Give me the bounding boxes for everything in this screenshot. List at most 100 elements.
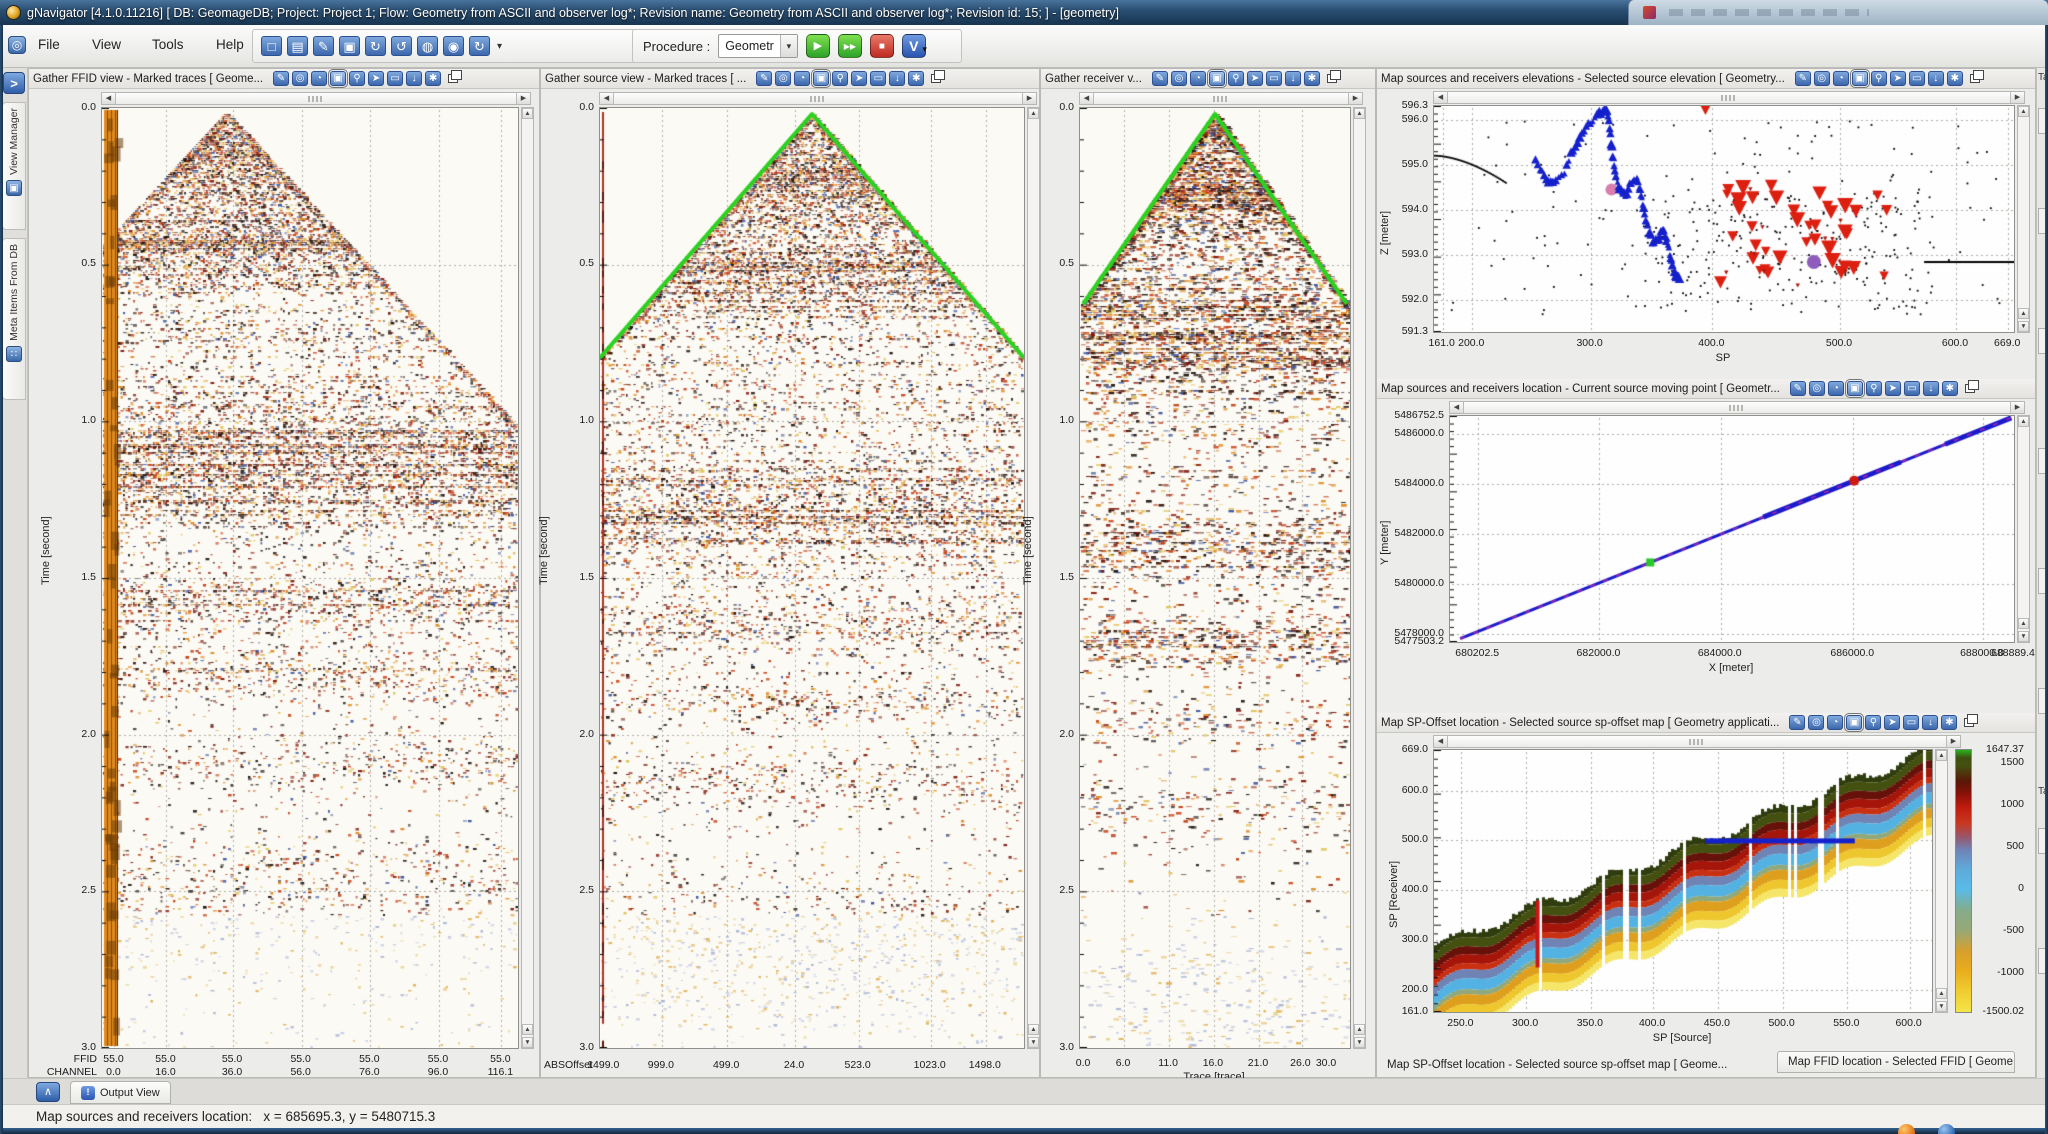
compass-icon[interactable]: ◎ [1814,71,1830,86]
v-scrollbar[interactable]: ▲ ▲ ▼ [2017,415,2030,643]
pointer-tool-icon[interactable]: ➤ [1885,381,1901,396]
open-form-icon[interactable]: ▤ [287,36,308,56]
tab-map-spoffset[interactable]: Map SP-Offset location - Selected source… [1387,1059,1767,1071]
export-down-icon[interactable]: ↓ [406,71,422,86]
settings-burst-icon[interactable]: ✱ [425,71,441,86]
scroll-up-icon[interactable]: ▲ [522,1024,533,1035]
output-view-tab[interactable]: ! Output View [70,1081,171,1104]
scroll-left-icon[interactable]: ◀ [1434,92,1448,103]
procedure-caret-icon[interactable]: ▾ [780,35,797,57]
marker-mode-icon[interactable]: ▣ [1209,71,1225,86]
v-scrollbar[interactable]: ▲ ▲ ▼ [2017,105,2030,333]
scroll-left-icon[interactable]: ◀ [1434,736,1448,747]
scroll-right-icon[interactable]: ▶ [1946,736,1960,747]
gather-source-header[interactable]: Gather source view - Marked traces [ ...… [541,69,1039,89]
compass-icon[interactable]: ◎ [292,71,308,86]
scroll-down-icon[interactable]: ▼ [522,1037,533,1048]
scroll-right-icon[interactable]: ▶ [1022,93,1036,104]
map-spoffset-plot[interactable] [1434,750,1932,1012]
zoom-tool-icon[interactable]: ⚲ [1866,381,1882,396]
v-scrollbar[interactable]: ▲ ▲ ▼ [521,107,534,1049]
scroll-up-icon[interactable]: ▲ [1936,988,1947,999]
window-layout-icon[interactable]: ▣ [339,36,360,56]
sidebar-tab-meta-items[interactable]: Meta Items From DB ∷ [2,238,26,400]
scroll-track[interactable] [1448,736,1946,747]
compass-icon[interactable]: ◎ [1171,71,1187,86]
compass-icon[interactable]: ◎ [775,71,791,86]
pointer-tool-icon[interactable]: ➤ [1247,71,1263,86]
compass-icon[interactable]: ◎ [1809,381,1825,396]
zoom-tool-icon[interactable]: ⚲ [832,71,848,86]
export-down-icon[interactable]: ↓ [889,71,905,86]
compass-icon[interactable]: ◎ [1808,715,1824,730]
target-icon[interactable]: ◉ [443,36,464,56]
float-window-icon[interactable] [1327,74,1337,83]
float-window-icon[interactable] [931,74,941,83]
v-scrollbar[interactable]: ▲ ▲ ▼ [1935,749,1948,1013]
rectangle-select-icon[interactable]: ▭ [1904,381,1920,396]
scroll-up-icon[interactable]: ▲ [1028,108,1039,119]
h-scrollbar[interactable]: ◀ ▶ [1433,91,2025,104]
pointer-tool-icon[interactable]: ➤ [1890,71,1906,86]
scroll-up-icon[interactable]: ▲ [1354,1024,1365,1035]
v-scrollbar[interactable]: ▲ ▲ ▼ [1353,107,1366,1049]
map-location-plot[interactable] [1450,416,2014,642]
map-elevation-plot[interactable] [1434,106,2014,332]
forward-circle-icon[interactable]: ↻ [365,36,386,56]
h-scrollbar[interactable]: ◀ ▶ [1079,92,1363,105]
velocity-tool-button[interactable]: V ▾ [902,34,926,58]
scroll-up-icon[interactable]: ▲ [522,108,533,119]
scroll-up-icon[interactable]: ▲ [1028,1024,1039,1035]
globe-icon[interactable]: ◍ [417,36,438,56]
fill-mode-icon[interactable]: ◔ [1827,715,1843,730]
tab-map-ffid[interactable]: Map FFID location - Selected FFID [ Geom… [1777,1051,2015,1073]
sidebar-tab-view-manager[interactable]: View Manager ▣ [2,102,26,230]
rectangle-select-icon[interactable]: ▭ [870,71,886,86]
back-circle-icon[interactable]: ↺ [391,36,412,56]
gather-source-plot[interactable] [600,108,1024,1048]
settings-burst-icon[interactable]: ✱ [1304,71,1320,86]
gather-ffid-plot[interactable] [102,108,518,1048]
new-file-icon[interactable]: □ [261,36,282,56]
toolbar-dropdown-caret[interactable]: ▾ [497,41,502,52]
gather-ffid-header[interactable]: Gather FFID view - Marked traces [ Geome… [29,69,539,89]
float-window-icon[interactable] [1970,74,1980,83]
expand-dock-button[interactable]: > [3,72,25,94]
scroll-track[interactable] [116,93,516,104]
taskbar-icon-orange[interactable] [1898,1124,1915,1134]
rectangle-select-icon[interactable]: ▭ [1266,71,1282,86]
export-down-icon[interactable]: ↓ [1923,381,1939,396]
scroll-right-icon[interactable]: ▶ [2010,402,2024,413]
zoom-tool-icon[interactable]: ⚲ [1871,71,1887,86]
collapse-output-button[interactable]: ∧ [36,1082,60,1102]
settings-burst-icon[interactable]: ✱ [1947,71,1963,86]
fill-mode-icon[interactable]: ◔ [311,71,327,86]
settings-burst-icon[interactable]: ✱ [1942,381,1958,396]
scroll-up-icon[interactable]: ▲ [2018,308,2029,319]
marker-mode-icon[interactable]: ▣ [330,71,346,86]
scroll-up-icon[interactable]: ▲ [2018,106,2029,117]
edit-pen-icon[interactable]: ✎ [1790,381,1806,396]
h-scrollbar[interactable]: ◀ ▶ [1449,401,2025,414]
pointer-tool-icon[interactable]: ➤ [368,71,384,86]
menu-file[interactable]: File [32,33,66,56]
rectangle-select-icon[interactable]: ▭ [1909,71,1925,86]
taskbar-icon-blue[interactable] [1938,1124,1955,1134]
fill-mode-icon[interactable]: ◔ [1833,71,1849,86]
gather-receiver-plot[interactable] [1080,108,1350,1048]
scroll-right-icon[interactable]: ▶ [516,93,530,104]
marker-mode-icon[interactable]: ▣ [813,71,829,86]
map-spoffset-header[interactable]: Map SP-Offset location - Selected source… [1377,713,2035,733]
scroll-left-icon[interactable]: ◀ [600,93,614,104]
scroll-up-icon[interactable]: ▲ [2018,416,2029,427]
export-down-icon[interactable]: ↓ [1928,71,1944,86]
pointer-tool-icon[interactable]: ➤ [851,71,867,86]
scroll-track[interactable] [614,93,1022,104]
scroll-track[interactable] [1464,402,2010,413]
fill-mode-icon[interactable]: ◔ [1190,71,1206,86]
pointer-tool-icon[interactable]: ➤ [1884,715,1900,730]
h-scrollbar[interactable]: ◀ ▶ [1433,735,1961,748]
app-menu-icon[interactable]: ◎ [8,36,26,54]
rectangle-select-icon[interactable]: ▭ [1903,715,1919,730]
marker-mode-icon[interactable]: ▣ [1846,715,1862,730]
